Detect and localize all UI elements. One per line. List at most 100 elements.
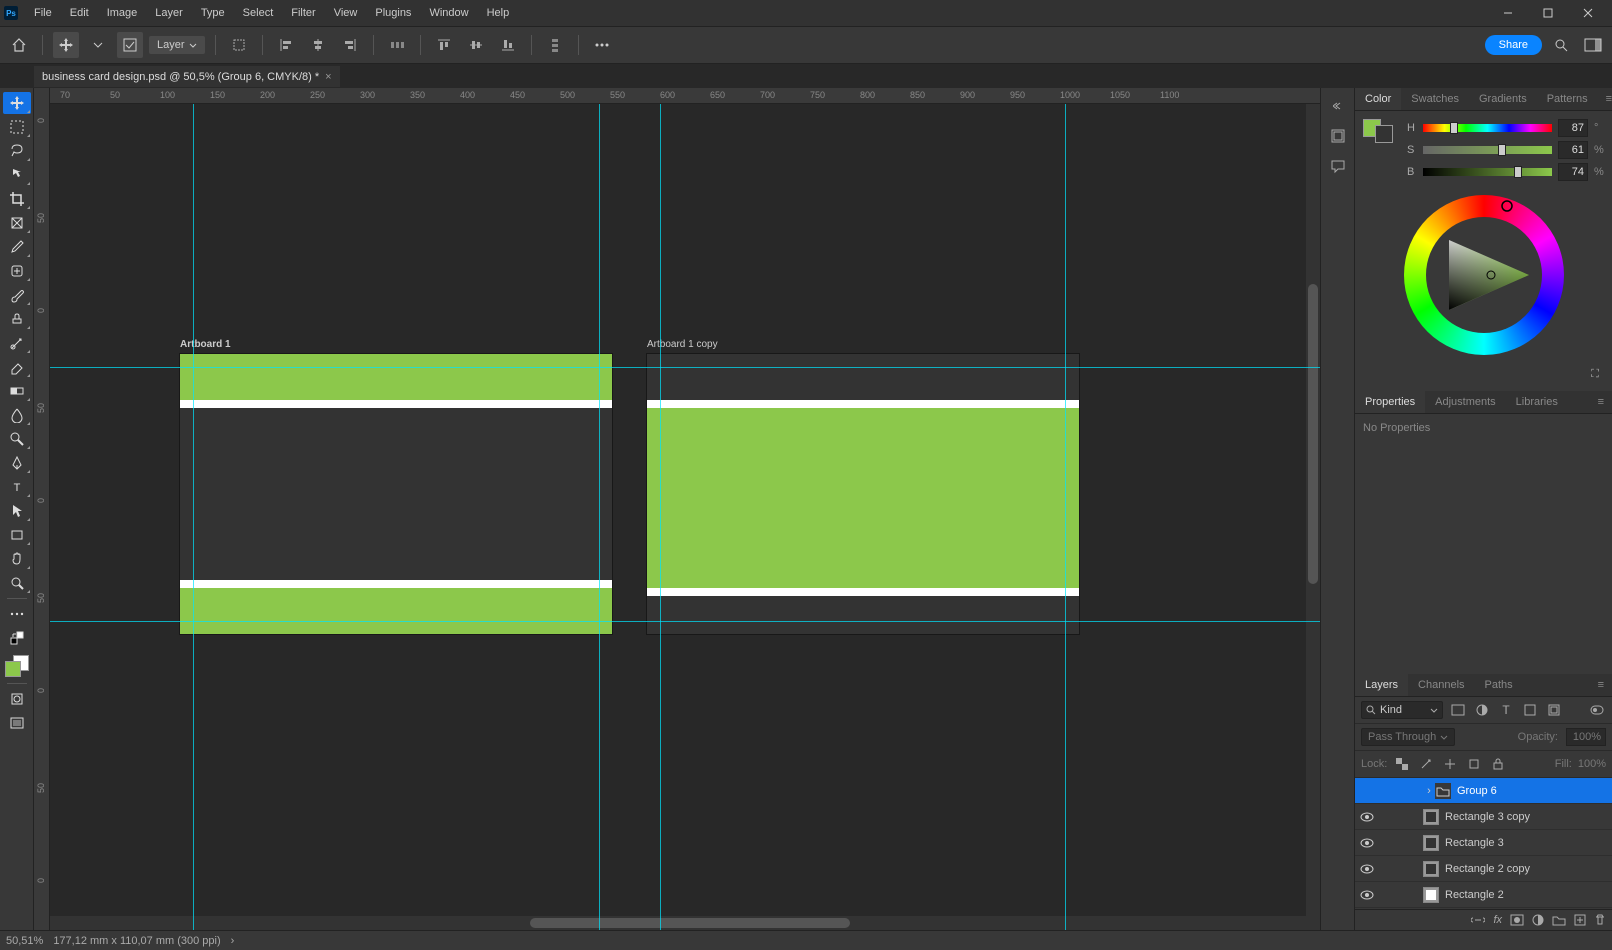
color-swatches[interactable]	[5, 655, 29, 679]
blend-mode-select[interactable]: Pass Through	[1361, 728, 1455, 746]
menu-image[interactable]: Image	[99, 3, 146, 23]
layer-twirl-icon[interactable]: ›	[1423, 785, 1435, 797]
rectangle-shape[interactable]	[180, 400, 612, 408]
canvas-scrollbar-vertical[interactable]	[1306, 104, 1320, 916]
edit-toolbar-icon[interactable]	[3, 603, 31, 625]
layer-name[interactable]: Rectangle 3	[1445, 837, 1606, 849]
rectangle-shape[interactable]	[180, 354, 612, 400]
quick-mask-icon[interactable]	[3, 688, 31, 710]
collapse-arrow-icon[interactable]	[1326, 94, 1350, 118]
auto-select-mode[interactable]: Layer	[149, 36, 205, 54]
document-info[interactable]: 177,12 mm x 110,07 mm (300 ppi)	[53, 935, 220, 947]
align-top[interactable]	[431, 32, 457, 58]
layer-visibility-icon[interactable]	[1355, 890, 1379, 900]
menu-edit[interactable]: Edit	[62, 3, 97, 23]
align-right[interactable]	[337, 32, 363, 58]
crop-tool[interactable]	[3, 188, 31, 210]
history-brush-tool[interactable]	[3, 332, 31, 354]
pen-tool[interactable]	[3, 452, 31, 474]
frame-tool[interactable]	[3, 212, 31, 234]
eyedropper-tool[interactable]	[3, 236, 31, 258]
window-maximize[interactable]	[1528, 0, 1568, 26]
layer-visibility-icon[interactable]	[1355, 838, 1379, 848]
artboard-1-label[interactable]: Artboard 1	[180, 339, 231, 350]
layer-name[interactable]: Rectangle 2 copy	[1445, 863, 1606, 875]
layer-name[interactable]: Group 6	[1457, 785, 1606, 797]
distribute-v[interactable]	[542, 32, 568, 58]
artboard-2-label[interactable]: Artboard 1 copy	[647, 339, 718, 350]
layer-name[interactable]: Rectangle 2	[1445, 889, 1606, 901]
layer-row[interactable]: Rectangle 2	[1355, 882, 1612, 908]
menu-select[interactable]: Select	[235, 3, 282, 23]
foreground-background-swatch[interactable]	[1363, 119, 1393, 185]
tab-gradients[interactable]: Gradients	[1469, 88, 1537, 110]
align-center-h[interactable]	[305, 32, 331, 58]
menu-help[interactable]: Help	[479, 3, 518, 23]
new-group-icon[interactable]	[1552, 914, 1566, 926]
clone-stamp-tool[interactable]	[3, 308, 31, 330]
tab-patterns[interactable]: Patterns	[1537, 88, 1598, 110]
opacity-input[interactable]: 100%	[1566, 728, 1606, 746]
move-tool[interactable]	[3, 92, 31, 114]
align-center-v[interactable]	[463, 32, 489, 58]
search-button[interactable]	[1548, 32, 1574, 58]
ruler-horizontal[interactable]: 7050100150200250300350400450500550600650…	[50, 88, 1320, 104]
tab-layers[interactable]: Layers	[1355, 674, 1408, 696]
filter-toggle-icon[interactable]	[1588, 701, 1606, 719]
guide-vertical[interactable]	[660, 104, 661, 930]
lock-artboard-icon[interactable]	[1465, 755, 1483, 773]
status-chevron-icon[interactable]: ›	[231, 935, 235, 947]
layer-mask-icon[interactable]	[1510, 914, 1524, 926]
tab-adjustments[interactable]: Adjustments	[1425, 391, 1506, 413]
path-select-tool[interactable]	[3, 500, 31, 522]
menu-window[interactable]: Window	[421, 3, 476, 23]
delete-layer-icon[interactable]	[1594, 914, 1606, 926]
filter-smart-icon[interactable]	[1545, 701, 1563, 719]
adjustment-layer-icon[interactable]	[1532, 914, 1544, 926]
guide-vertical[interactable]	[193, 104, 194, 930]
layer-row[interactable]: › Group 6	[1355, 778, 1612, 804]
brush-tool[interactable]	[3, 284, 31, 306]
layer-visibility-icon[interactable]	[1355, 864, 1379, 874]
color-panel-expand-icon[interactable]: ⛶	[1586, 365, 1604, 383]
panel-menu-icon[interactable]: ≡	[1590, 391, 1612, 413]
rectangle-shape[interactable]	[180, 580, 612, 588]
canvas-area[interactable]: 7050100150200250300350400450500550600650…	[34, 88, 1320, 930]
swap-colors-icon[interactable]	[3, 627, 31, 649]
history-panel-icon[interactable]	[1326, 124, 1350, 148]
align-bottom[interactable]	[495, 32, 521, 58]
panel-menu-icon[interactable]: ≡	[1590, 674, 1612, 696]
gradient-tool[interactable]	[3, 380, 31, 402]
sat-value[interactable]: 61	[1558, 141, 1588, 159]
filter-pixel-icon[interactable]	[1449, 701, 1467, 719]
dodge-tool[interactable]	[3, 428, 31, 450]
more-options[interactable]	[589, 32, 615, 58]
lasso-tool[interactable]	[3, 140, 31, 162]
tab-channels[interactable]: Channels	[1408, 674, 1474, 696]
blur-tool[interactable]	[3, 404, 31, 426]
link-layers-icon[interactable]	[1471, 915, 1485, 925]
menu-file[interactable]: File	[26, 3, 60, 23]
lock-position-icon[interactable]	[1441, 755, 1459, 773]
rectangle-tool[interactable]	[3, 524, 31, 546]
distribute-h[interactable]	[384, 32, 410, 58]
screen-mode-icon[interactable]	[3, 712, 31, 734]
healing-brush-tool[interactable]	[3, 260, 31, 282]
lock-pixels-icon[interactable]	[1417, 755, 1435, 773]
lock-transparency-icon[interactable]	[1393, 755, 1411, 773]
marquee-tool[interactable]	[3, 116, 31, 138]
window-close[interactable]	[1568, 0, 1608, 26]
menu-plugins[interactable]: Plugins	[367, 3, 419, 23]
comments-panel-icon[interactable]	[1326, 154, 1350, 178]
artboard-2[interactable]	[647, 354, 1079, 634]
color-wheel[interactable]	[1404, 195, 1564, 355]
menu-layer[interactable]: Layer	[147, 3, 191, 23]
hue-value[interactable]: 87	[1558, 119, 1588, 137]
bri-value[interactable]: 74	[1558, 163, 1588, 181]
brightness-slider[interactable]	[1423, 168, 1552, 176]
hand-tool[interactable]	[3, 548, 31, 570]
canvas[interactable]: Artboard 1 Artboard 1 copy	[50, 104, 1320, 930]
transform-controls-toggle[interactable]	[85, 32, 111, 58]
filter-shape-icon[interactable]	[1521, 701, 1539, 719]
home-button[interactable]	[6, 32, 32, 58]
